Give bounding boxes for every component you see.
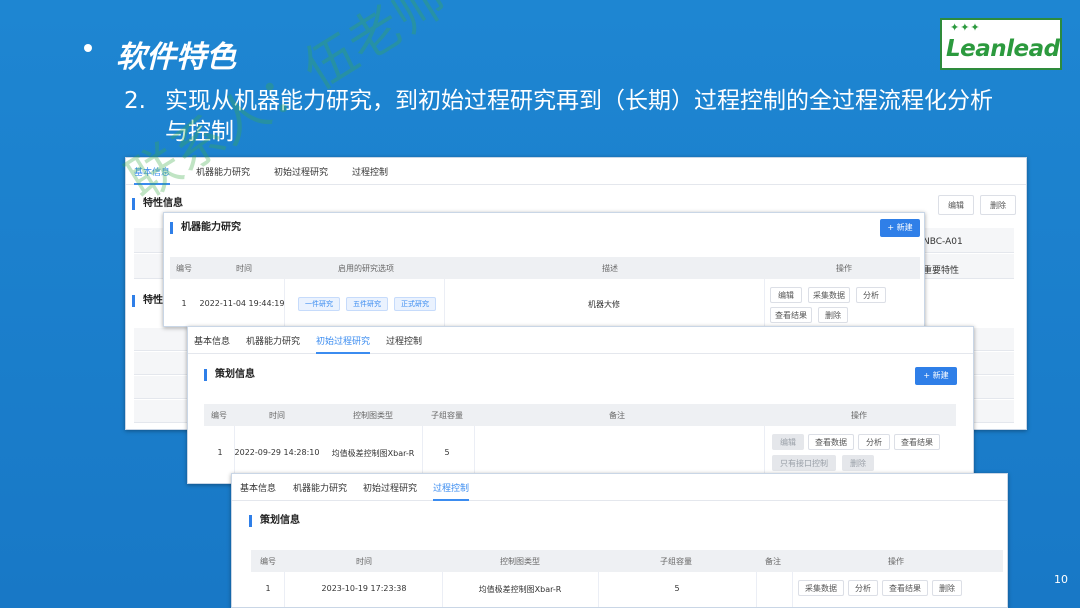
column-header: 操作 [888, 557, 904, 566]
section-title-planning: 策划信息 [204, 369, 255, 381]
bullet-dot [84, 44, 92, 52]
slide: 软件特色 2. 实现从机器能力研究，到初始过程研究再到（长期）过程控制的全过程流… [0, 0, 1080, 608]
column-header: 操作 [836, 264, 852, 273]
tab-process-control[interactable]: 过程控制 [352, 165, 388, 178]
tab-machine-capability[interactable]: 机器能力研究 [246, 334, 300, 347]
section-title-characteristics-2: 特性 [132, 295, 163, 307]
column-header: 时间 [356, 557, 372, 566]
row-index: 1 [181, 299, 187, 308]
column-divider [444, 279, 445, 326]
slide-heading: 软件特色 [116, 40, 236, 75]
column-header: 子组容量 [660, 557, 692, 566]
column-divider [792, 572, 793, 607]
section-title-machine-capability: 机器能力研究 [170, 222, 241, 234]
row-description: 机器大修 [588, 300, 620, 309]
delete-button[interactable]: 删除 [932, 580, 962, 596]
tab-machine-capability[interactable]: 机器能力研究 [196, 165, 250, 178]
row-index: 1 [217, 448, 223, 457]
window-machine-capability: 机器能力研究 + 新建 编号 时间 启用的研究选项 描述 操作 1 2022-1… [163, 212, 925, 327]
new-button[interactable]: + 新建 [880, 219, 920, 237]
edit-button[interactable]: 编辑 [770, 287, 802, 303]
column-header: 备注 [765, 557, 781, 566]
delete-button[interactable]: 删除 [818, 307, 848, 323]
column-header: 控制图类型 [353, 411, 393, 420]
column-header: 编号 [260, 557, 276, 566]
row-subgroup: 5 [444, 448, 450, 457]
column-divider [756, 572, 757, 607]
collect-data-button[interactable]: 采集数据 [808, 287, 850, 303]
leanlead-logo: ✦✦✦ Leanlead [940, 18, 1062, 70]
row-time: 2023-10-19 17:23:38 [321, 584, 407, 593]
tab-process-control[interactable]: 过程控制 [386, 334, 422, 347]
tab-initial-process[interactable]: 初始过程研究 [274, 165, 328, 178]
edit-button[interactable]: 编辑 [772, 434, 804, 450]
interface-control-button[interactable]: 只有接口控制 [772, 455, 836, 471]
section-title-planning: 策划信息 [249, 515, 300, 527]
delete-button[interactable]: 删除 [980, 195, 1016, 215]
column-header: 备注 [609, 411, 625, 420]
option-tag: 五件研究 [346, 297, 388, 311]
tab-machine-capability[interactable]: 机器能力研究 [293, 481, 347, 494]
row-time: 2022-09-29 14:28:10 [234, 448, 320, 457]
logo-stars-icon: ✦✦✦ [950, 21, 981, 34]
page-number: 10 [1054, 573, 1068, 586]
analyze-button[interactable]: 分析 [856, 287, 886, 303]
row-chart-type: 均值极差控制图Xbar-R [331, 449, 415, 458]
column-header: 描述 [602, 264, 618, 273]
point-text: 实现从机器能力研究，到初始过程研究再到（长期）过程控制的全过程流程化分析与控制 [165, 88, 993, 145]
tab-basic-info[interactable]: 基本信息 [194, 334, 230, 347]
column-header: 编号 [176, 264, 192, 273]
analyze-button[interactable]: 分析 [858, 434, 890, 450]
view-results-button[interactable]: 查看结果 [894, 434, 940, 450]
row-time: 2022-11-04 19:44:19 [199, 299, 285, 308]
view-data-button[interactable]: 查看数据 [808, 434, 854, 450]
tab-initial-process[interactable]: 初始过程研究 [316, 334, 371, 354]
section-title-characteristics: 特性信息 [132, 198, 183, 210]
tab-bar: 基本信息 机器能力研究 初始过程研究 过程控制 [126, 158, 1026, 185]
table-header: 编号 时间 控制图类型 子组容量 备注 操作 [204, 404, 956, 426]
logo-text: Leanlead [946, 36, 1060, 62]
column-header: 启用的研究选项 [338, 264, 394, 273]
view-results-button[interactable]: 查看结果 [770, 307, 812, 323]
tab-basic-info[interactable]: 基本信息 [134, 165, 171, 185]
edit-button[interactable]: 编辑 [938, 195, 974, 215]
characteristic-code: NBC-A01 [923, 237, 963, 247]
option-tag: 一件研究 [298, 297, 340, 311]
window-process-control: 基本信息 机器能力研究 初始过程研究 过程控制 策划信息 编号 时间 控制图类型… [231, 473, 1008, 608]
column-header: 子组容量 [431, 411, 463, 420]
characteristic-importance: 重要特性 [923, 266, 960, 276]
column-header: 编号 [211, 411, 227, 420]
table-header: 编号 时间 启用的研究选项 描述 操作 [170, 257, 920, 279]
view-results-button[interactable]: 查看结果 [882, 580, 928, 596]
delete-button[interactable]: 删除 [842, 455, 874, 471]
collect-data-button[interactable]: 采集数据 [798, 580, 844, 596]
column-header: 控制图类型 [500, 557, 540, 566]
row-subgroup: 5 [674, 584, 680, 593]
column-header: 时间 [236, 264, 252, 273]
tab-bar: 基本信息 机器能力研究 初始过程研究 过程控制 [232, 474, 1007, 501]
column-header: 操作 [851, 411, 867, 420]
row-index: 1 [265, 584, 271, 593]
column-divider [598, 572, 599, 607]
table-header: 编号 时间 控制图类型 子组容量 备注 操作 [251, 550, 1003, 572]
tab-bar: 基本信息 机器能力研究 初始过程研究 过程控制 [188, 327, 973, 354]
tab-process-control[interactable]: 过程控制 [433, 481, 470, 501]
column-divider [442, 572, 443, 607]
column-divider [284, 572, 285, 607]
row-chart-type: 均值极差控制图Xbar-R [478, 585, 562, 594]
column-header: 时间 [269, 411, 285, 420]
point-number: 2. [124, 88, 146, 114]
column-divider [764, 279, 765, 326]
tab-basic-info[interactable]: 基本信息 [240, 481, 276, 494]
analyze-button[interactable]: 分析 [848, 580, 878, 596]
new-button[interactable]: + 新建 [915, 367, 957, 385]
option-tag: 正式研究 [394, 297, 436, 311]
tab-initial-process[interactable]: 初始过程研究 [363, 481, 417, 494]
window-initial-process: 基本信息 机器能力研究 初始过程研究 过程控制 策划信息 + 新建 编号 时间 … [187, 326, 974, 484]
